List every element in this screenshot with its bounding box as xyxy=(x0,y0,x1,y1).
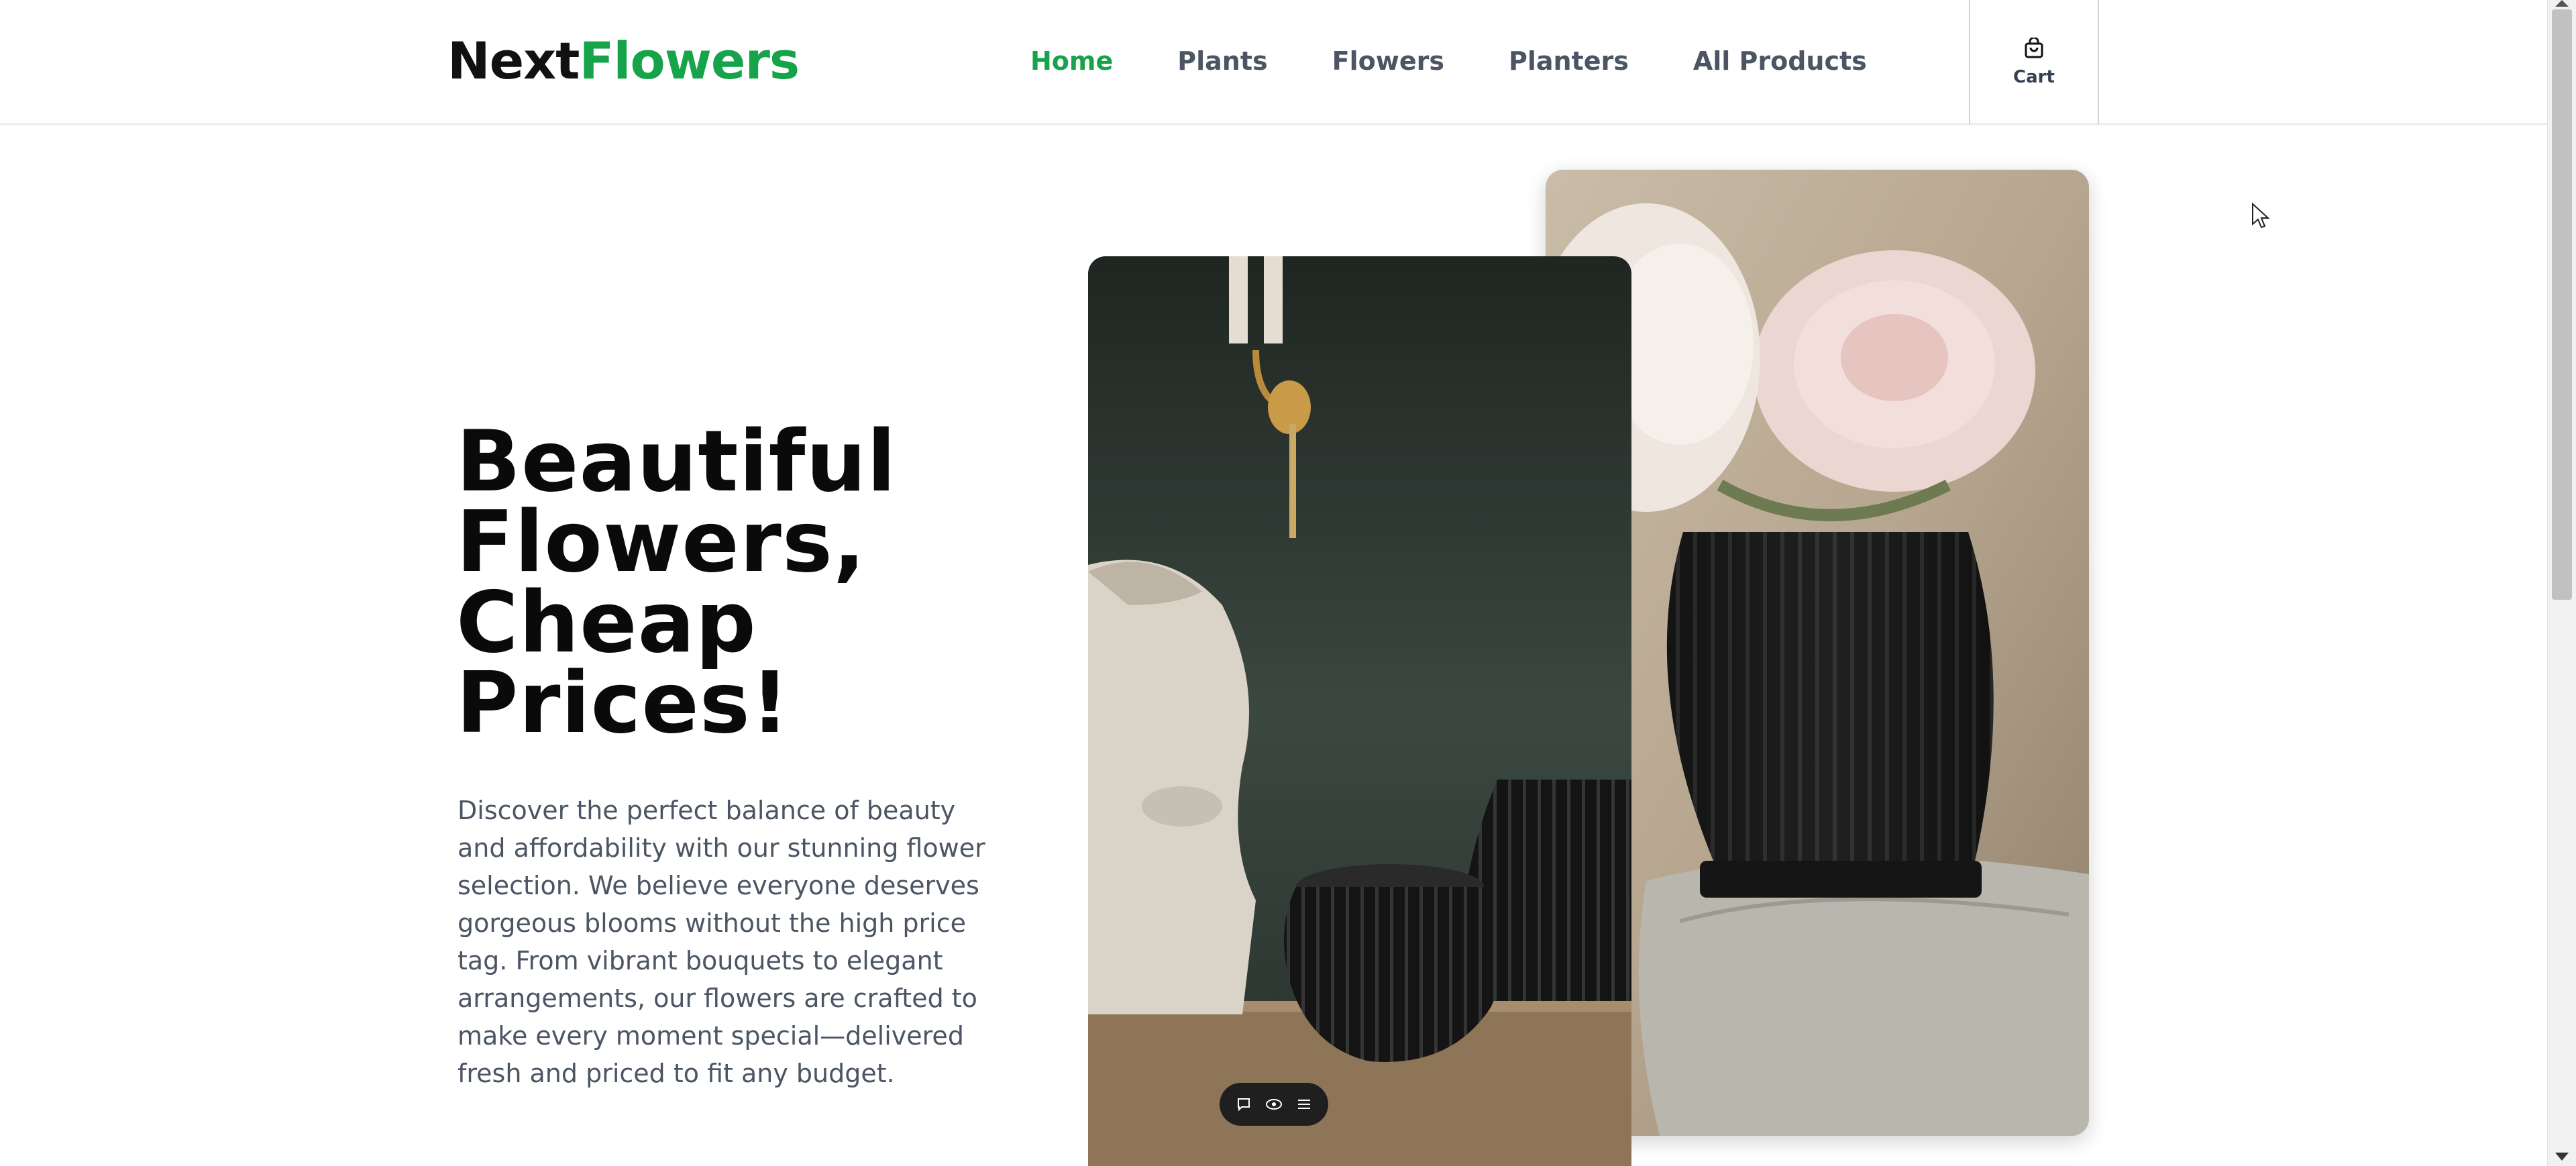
nav-plants[interactable]: Plants xyxy=(1177,44,1267,78)
cart-button[interactable]: Cart xyxy=(1969,0,2099,125)
sculpture-planter-image xyxy=(1088,256,1631,1166)
hero-description: Discover the perfect balance of beauty a… xyxy=(458,796,985,1088)
cart-label: Cart xyxy=(2013,67,2055,87)
mouse-pointer-icon xyxy=(2251,202,2270,232)
logo[interactable]: NextFlowers xyxy=(447,31,800,91)
scroll-down-arrow[interactable] xyxy=(2555,1153,2569,1161)
nav-home[interactable]: Home xyxy=(1030,44,1113,78)
scroll-up-arrow[interactable] xyxy=(2555,0,2569,7)
logo-part-1: Next xyxy=(447,31,580,91)
hero-title: Beautiful Flowers, Cheap Prices! xyxy=(456,412,897,752)
shopping-bag-icon xyxy=(2024,36,2044,62)
scroll-thumb[interactable] xyxy=(2552,9,2572,600)
main-nav: Home Plants Flowers Planters All Product… xyxy=(1030,44,1931,78)
page-scrollbar[interactable] xyxy=(2547,0,2576,1166)
nav-flowers[interactable]: Flowers xyxy=(1332,44,1444,78)
logo-part-2: Flowers xyxy=(579,31,800,91)
list-icon[interactable] xyxy=(1296,1096,1312,1112)
nav-all-products[interactable]: All Products xyxy=(1693,44,1867,78)
comment-icon[interactable] xyxy=(1236,1096,1252,1112)
page: NextFlowers Home Plants Flowers Planters… xyxy=(0,0,2547,1166)
eye-icon[interactable] xyxy=(1265,1096,1283,1112)
site-header: NextFlowers Home Plants Flowers Planters… xyxy=(0,0,2547,125)
floating-toolbar xyxy=(1220,1083,1328,1126)
nav-planters[interactable]: Planters xyxy=(1509,44,1629,78)
